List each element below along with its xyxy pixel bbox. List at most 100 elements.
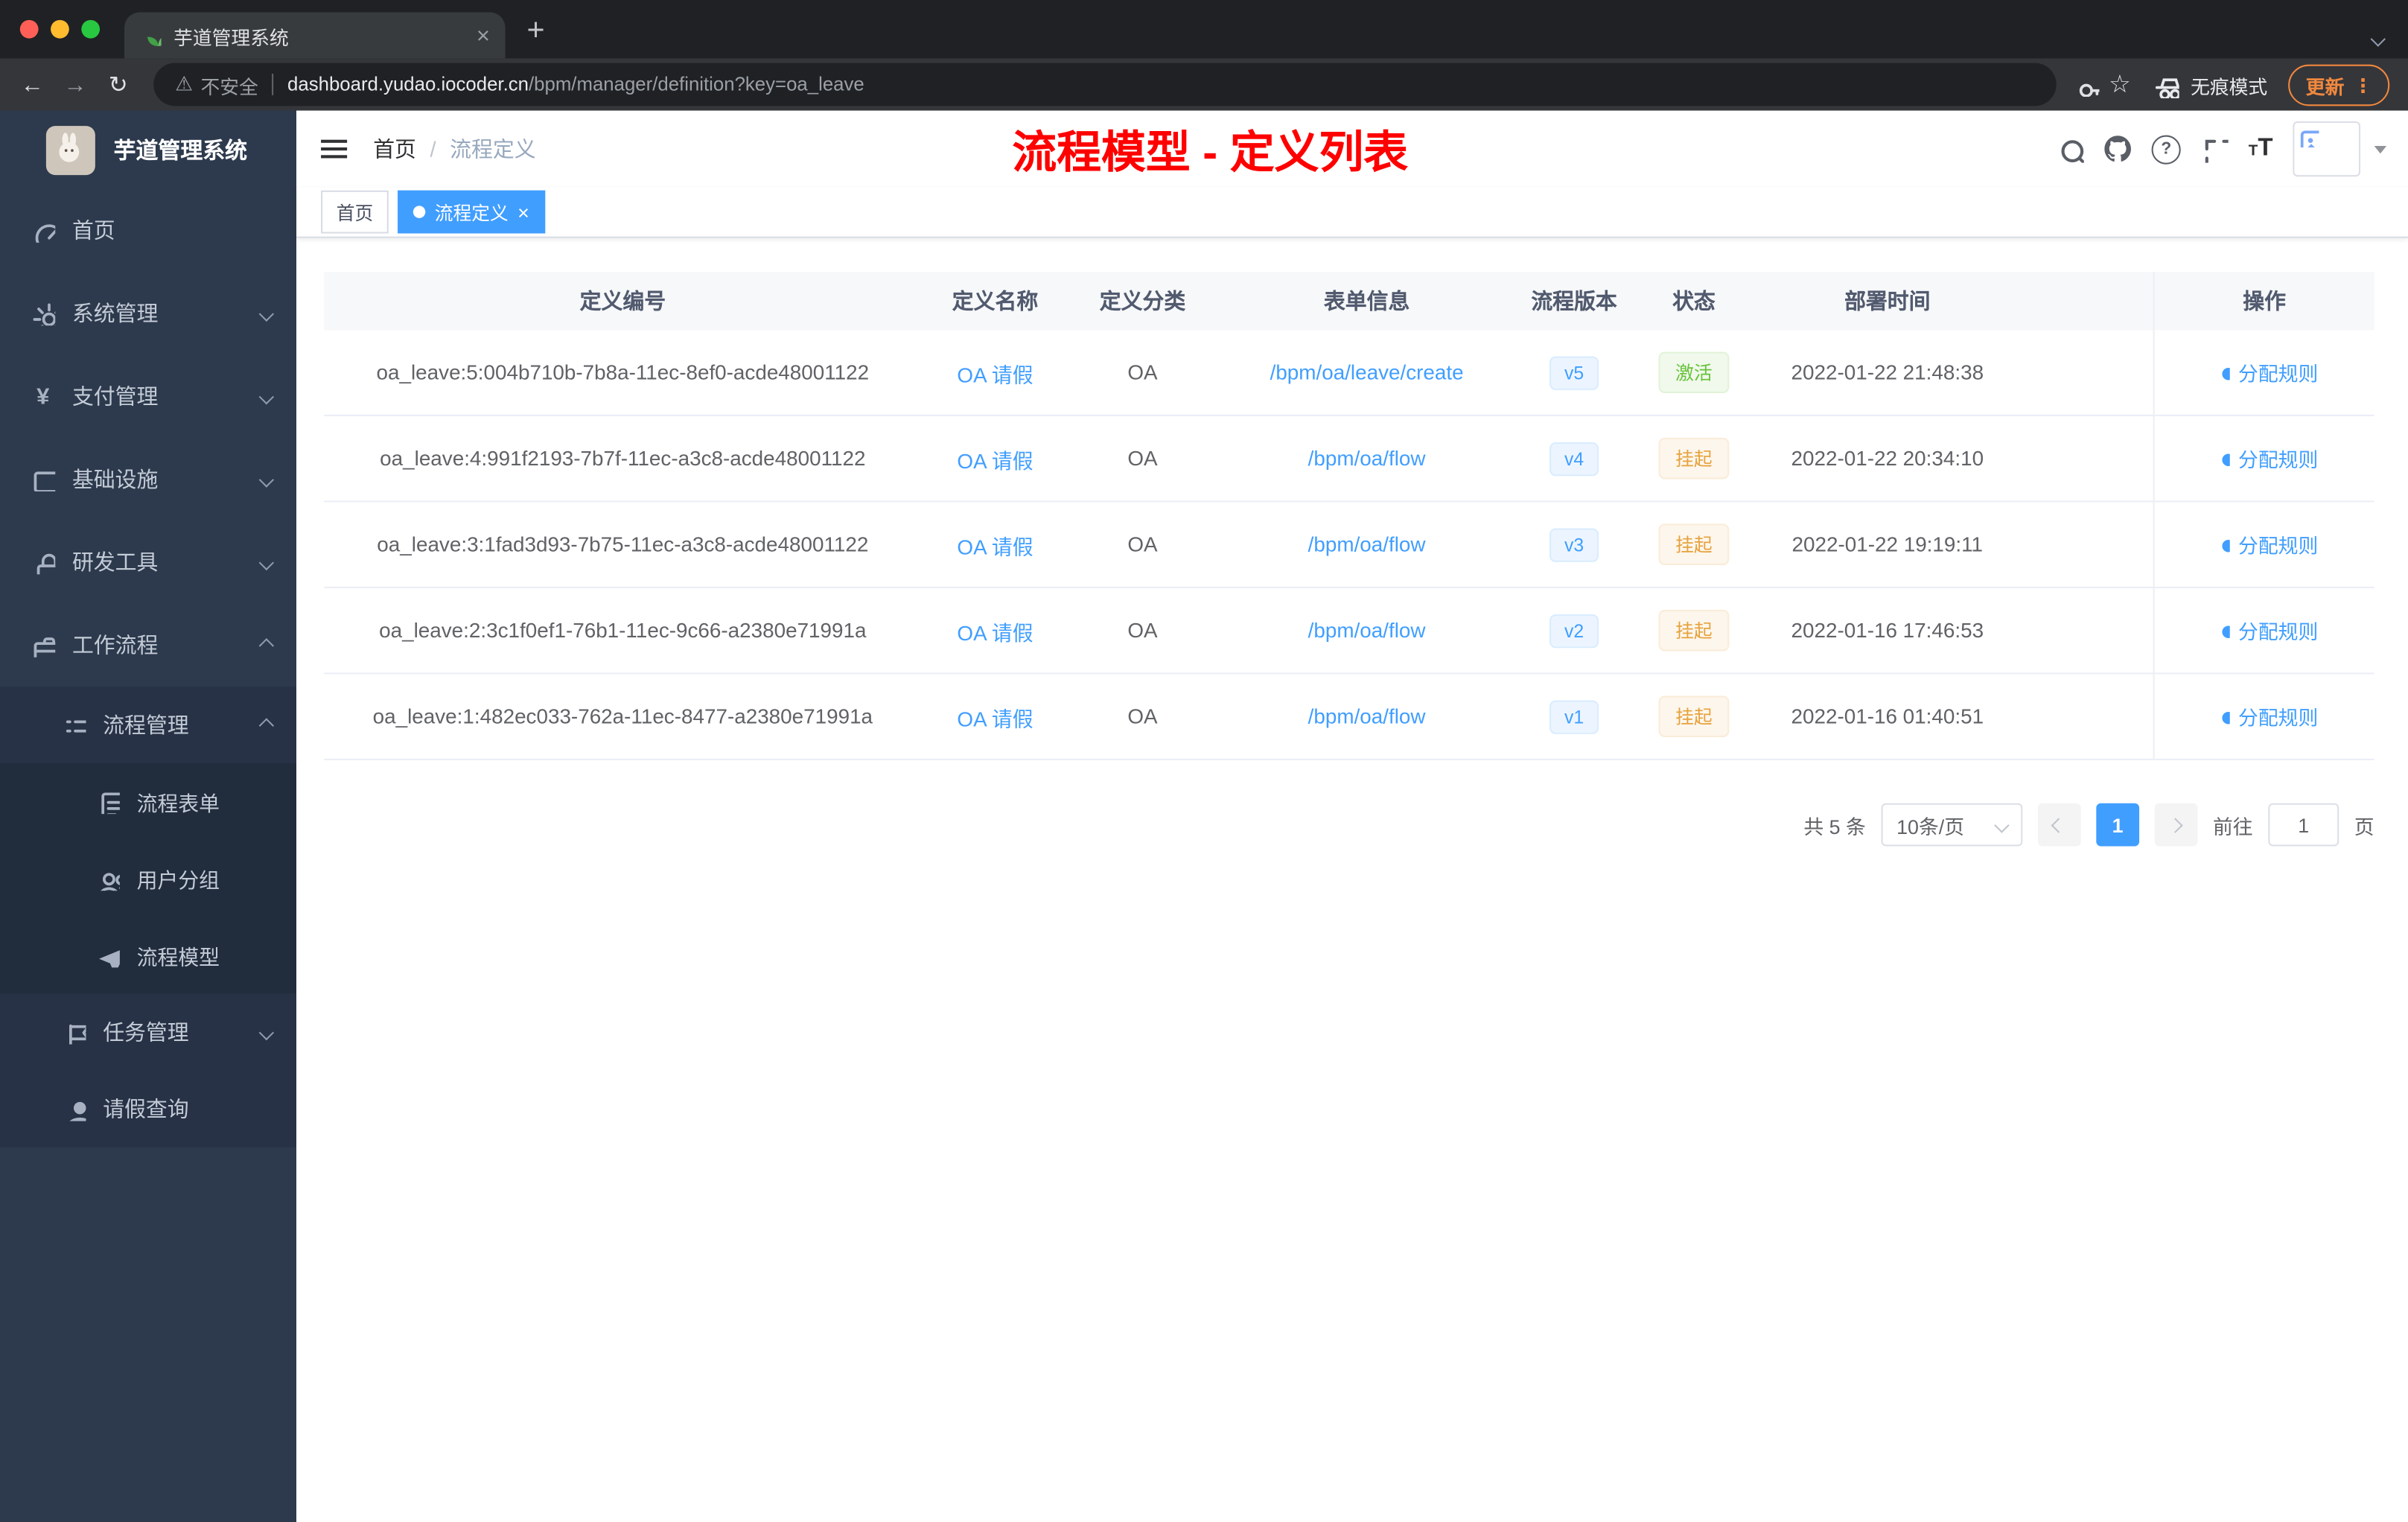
sidebar-item-label: 任务管理 xyxy=(103,1019,189,1045)
tag-home[interactable]: 首页 xyxy=(321,190,389,234)
back-button[interactable]: ← xyxy=(16,71,49,98)
tab-search-icon[interactable] xyxy=(2370,25,2386,52)
sidebar-item-process-form[interactable]: 流程表单 xyxy=(0,763,297,841)
chevron-right-icon xyxy=(2168,817,2184,832)
assign-rule-link[interactable]: 分配规则 xyxy=(2211,444,2318,473)
goto-page-input[interactable] xyxy=(2268,803,2339,847)
minimize-window-button[interactable] xyxy=(51,19,69,39)
person-icon xyxy=(2216,453,2231,469)
forward-button[interactable]: → xyxy=(58,71,92,98)
window-controls xyxy=(0,19,124,59)
sidebar-logo[interactable]: 芋道管理系统 xyxy=(0,111,296,189)
prev-page-button[interactable] xyxy=(2037,803,2081,847)
definition-name-link[interactable]: OA 请假 xyxy=(957,535,1033,558)
goto-unit-label: 页 xyxy=(2354,815,2374,838)
chrome-update-button[interactable]: 更新 ⋮ xyxy=(2289,63,2390,106)
tag-close-icon[interactable]: × xyxy=(517,202,529,222)
definition-id: oa_leave:3:1fad3d93-7b75-11ec-a3c8-acde4… xyxy=(377,532,869,556)
tag-process-definition[interactable]: 流程定义 × xyxy=(398,190,545,234)
form-link[interactable]: /bpm/oa/flow xyxy=(1308,705,1426,728)
security-warning-icon: ⚠ xyxy=(175,71,194,95)
current-page-button[interactable]: 1 xyxy=(2096,803,2139,847)
sidebar-item-user-group[interactable]: 用户分组 xyxy=(0,840,297,917)
version-badge: v2 xyxy=(1549,613,1599,648)
browser-tab-strip: 芋道管理系统 × + xyxy=(0,0,2408,59)
chevron-down-icon xyxy=(258,1024,275,1040)
definition-name-link[interactable]: OA 请假 xyxy=(957,621,1033,644)
fullscreen-icon[interactable] xyxy=(2201,136,2229,163)
tag-label: 流程定义 xyxy=(434,202,509,224)
browser-tab[interactable]: 芋道管理系统 × xyxy=(124,12,506,59)
bookmark-star-icon[interactable]: ☆ xyxy=(2109,69,2131,100)
breadcrumb-home[interactable]: 首页 xyxy=(373,133,416,164)
definition-name-link[interactable]: OA 请假 xyxy=(957,707,1033,730)
app-window: 芋道管理系统 首页 系统管理 ¥ 支付管理 基础设施 研发工具 工作流程 流程管… xyxy=(0,110,2408,1522)
user-avatar[interactable] xyxy=(2293,121,2361,177)
font-size-icon[interactable]: TT xyxy=(2249,136,2273,162)
breadcrumb: 首页 / 流程定义 xyxy=(373,133,535,164)
sidebar-item-label: 基础设施 xyxy=(71,467,159,491)
page-size-select[interactable]: 10条/页 xyxy=(1881,803,2023,847)
sidebar-item-dev-tools[interactable]: 研发工具 xyxy=(0,520,296,603)
sidebar-item-process-model[interactable]: 流程模型 xyxy=(0,917,297,994)
deploy-time: 2022-01-22 19:19:11 xyxy=(1791,532,1984,556)
sidebar-item-system[interactable]: 系统管理 xyxy=(0,272,296,354)
sidebar-item-workflow[interactable]: 工作流程 xyxy=(0,604,296,687)
reload-button[interactable]: ↻ xyxy=(101,71,135,98)
sidebar-item-payment[interactable]: ¥ 支付管理 xyxy=(0,354,296,437)
sidebar-item-label: 系统管理 xyxy=(71,301,159,326)
status-badge: 挂起 xyxy=(1658,523,1730,565)
next-page-button[interactable] xyxy=(2154,803,2198,847)
chevron-up-icon xyxy=(258,717,275,733)
tags-view: 首页 流程定义 × xyxy=(296,187,2408,238)
sidebar-item-label: 流程模型 xyxy=(136,946,220,969)
security-label[interactable]: 不安全 xyxy=(200,70,258,99)
search-icon[interactable] xyxy=(2057,136,2084,163)
tab-close-icon[interactable]: × xyxy=(477,22,490,48)
form-link[interactable]: /bpm/oa/leave/create xyxy=(1270,361,1464,384)
help-icon[interactable]: ? xyxy=(2151,134,2181,164)
goto-label: 前往 xyxy=(2212,815,2253,838)
assign-rule-link[interactable]: 分配规则 xyxy=(2211,616,2318,645)
status-badge: 挂起 xyxy=(1658,695,1730,737)
assign-rule-link[interactable]: 分配规则 xyxy=(2211,358,2318,387)
maximize-window-button[interactable] xyxy=(81,19,101,39)
person-icon xyxy=(2216,367,2231,383)
sidebar-collapse-icon[interactable] xyxy=(321,139,348,159)
assign-rule-link[interactable]: 分配规则 xyxy=(2211,702,2318,731)
lock-icon xyxy=(36,553,56,575)
sidebar-item-process-management[interactable]: 流程管理 xyxy=(0,686,297,764)
sidebar-item-label: 首页 xyxy=(71,217,115,243)
active-dot xyxy=(413,206,426,218)
sidebar-item-label: 用户分组 xyxy=(136,869,220,893)
page-title-annotation: 流程模型 - 定义列表 xyxy=(1012,129,1409,179)
sidebar-item-leave-query[interactable]: 请假查询 xyxy=(0,1070,297,1147)
close-window-button[interactable] xyxy=(19,19,39,39)
definition-name-link[interactable]: OA 请假 xyxy=(957,363,1033,386)
definition-table: 定义编号 定义名称 定义分类 表单信息 流程版本 状态 部署时间 操作 oa_l… xyxy=(324,272,2374,760)
sidebar-item-home[interactable]: 首页 xyxy=(0,189,296,272)
gear-icon xyxy=(33,303,56,326)
github-icon[interactable] xyxy=(2104,136,2132,163)
avatar-caret-icon[interactable] xyxy=(2374,144,2387,153)
list-icon xyxy=(66,720,86,737)
key-icon[interactable] xyxy=(2075,72,2100,97)
sidebar-item-infrastructure[interactable]: 基础设施 xyxy=(0,438,296,520)
url-path: /bpm/manager/definition?key=oa_leave xyxy=(528,74,864,95)
new-tab-button[interactable]: + xyxy=(526,14,544,49)
address-bar[interactable]: ⚠ 不安全 dashboard.yudao.iocoder.cn/bpm/man… xyxy=(153,63,2057,106)
form-link[interactable]: /bpm/oa/flow xyxy=(1308,533,1426,556)
assign-rule-link[interactable]: 分配规则 xyxy=(2211,530,2318,559)
sidebar-item-label: 流程表单 xyxy=(136,792,220,816)
tag-label: 首页 xyxy=(336,202,374,224)
form-link[interactable]: /bpm/oa/flow xyxy=(1308,619,1426,642)
version-badge: v3 xyxy=(1549,527,1599,561)
column-header: 定义分类 xyxy=(1099,288,1186,313)
document-icon xyxy=(101,792,120,815)
page-size-value: 10条/页 xyxy=(1896,815,1965,838)
column-header: 表单信息 xyxy=(1323,288,1410,313)
form-link[interactable]: /bpm/oa/flow xyxy=(1308,447,1426,470)
sidebar-item-task-management[interactable]: 任务管理 xyxy=(0,993,297,1071)
definition-name-link[interactable]: OA 请假 xyxy=(957,449,1033,472)
browser-menu-icon[interactable]: ⋮ xyxy=(2354,73,2373,96)
